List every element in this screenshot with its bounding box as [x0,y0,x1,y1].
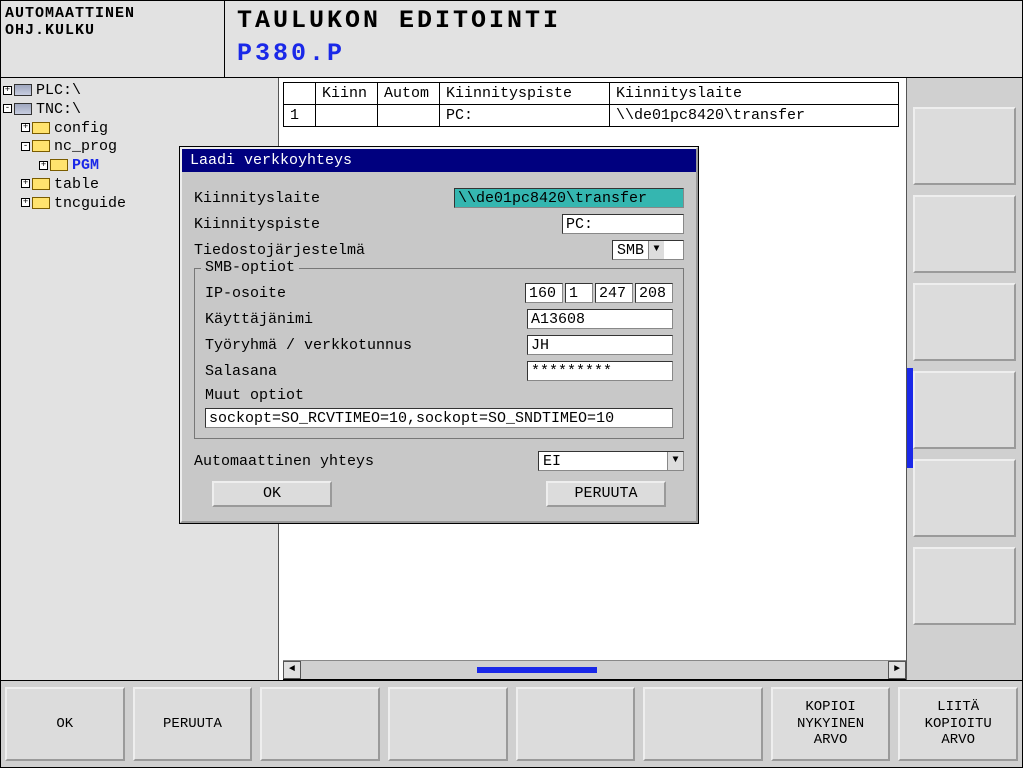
input-device[interactable]: \\de01pc8420\transfer [454,188,684,208]
tree-item-plc[interactable]: +PLC:\ [3,82,276,101]
col-kiinnityspiste[interactable]: Kiinnityspiste [440,83,610,105]
cell-autom[interactable] [378,105,440,127]
smb-options-group: SMB-optiot IP-osoite 160 1 247 208 Käytt… [194,268,684,439]
expand-icon[interactable]: + [21,179,30,188]
softkey-5[interactable] [516,687,636,761]
input-ip-1[interactable]: 160 [525,283,563,303]
right-softkey-1[interactable] [913,107,1016,185]
input-username[interactable]: A13608 [527,309,673,329]
tree-item-config[interactable]: +config [3,120,276,139]
col-kiinn[interactable]: Kiinn [316,83,378,105]
ip-input-group: 160 1 247 208 [525,283,673,303]
label-ip: IP-osoite [205,285,525,302]
cell-kl[interactable]: \\de01pc8420\transfer [610,105,899,127]
softkey-4[interactable] [388,687,508,761]
right-softkey-4[interactable] [913,371,1016,449]
dialog-title: Laadi verkkoyhteys [182,149,696,172]
select-filesystem-value: SMB [613,242,648,259]
input-ip-4[interactable]: 208 [635,283,673,303]
header-bar: AUTOMAATTINEN OHJ.KULKU TAULUKON EDITOIN… [0,0,1023,78]
folder-icon [32,197,50,209]
collapse-icon[interactable]: - [21,142,30,151]
right-softkey-5[interactable] [913,459,1016,537]
dialog-button-row: OK PERUUTA [194,477,684,507]
input-ip-3[interactable]: 247 [595,283,633,303]
horizontal-scrollbar[interactable]: ◄ ► [283,660,906,680]
mode-line-2: OHJ.KULKU [5,22,220,39]
dialog-ok-button[interactable]: OK [212,481,332,507]
tree-item-tnc[interactable]: -TNC:\ [3,101,276,120]
input-ip-2[interactable]: 1 [565,283,593,303]
table-row[interactable]: 1 PC: \\de01pc8420\transfer [284,105,899,127]
select-filesystem[interactable]: SMB ▼ [612,240,684,260]
select-auto-value: EI [539,453,667,470]
cell-rownum: 1 [284,105,316,127]
softkey-copy[interactable]: KOPIOI NYKYINEN ARVO [771,687,891,761]
right-softkey-6[interactable] [913,547,1016,625]
expand-icon[interactable]: + [39,161,48,170]
scroll-indicator [477,667,597,673]
disk-icon [14,84,32,96]
softkey-cancel[interactable]: PERUUTA [133,687,253,761]
expand-icon[interactable]: + [3,86,12,95]
folder-icon [32,178,50,190]
softkey-6[interactable] [643,687,763,761]
col-rownum [284,83,316,105]
right-softkey-column [906,78,1022,680]
label-mount: Kiinnityspiste [194,216,562,233]
dialog-cancel-button[interactable]: PERUUTA [546,481,666,507]
input-other-options[interactable]: sockopt=SO_RCVTIMEO=10,sockopt=SO_SNDTIM… [205,408,673,428]
select-auto-connect[interactable]: EI ▼ [538,451,684,471]
cell-kp[interactable]: PC: [440,105,610,127]
softkey-3[interactable] [260,687,380,761]
label-auto-connect: Automaattinen yhteys [194,453,538,470]
input-mount[interactable]: PC: [562,214,684,234]
data-table[interactable]: Kiinn Autom Kiinnityspiste Kiinnityslait… [283,82,899,127]
mode-box: AUTOMAATTINEN OHJ.KULKU [1,1,225,77]
page-subtitle: P380.P [237,38,1010,71]
cell-kiinn[interactable] [316,105,378,127]
scroll-track[interactable] [301,661,888,679]
network-dialog: Laadi verkkoyhteys Kiinnityslaite \\de01… [180,147,698,523]
dialog-body: Kiinnityslaite \\de01pc8420\transfer Kii… [182,172,696,521]
collapse-icon[interactable]: - [3,104,12,113]
col-autom[interactable]: Autom [378,83,440,105]
table-header-row: Kiinn Autom Kiinnityspiste Kiinnityslait… [284,83,899,105]
label-workgroup: Työryhmä / verkkotunnus [205,337,527,354]
scroll-right-icon[interactable]: ► [888,661,906,679]
label-password: Salasana [205,363,527,380]
softkey-ok[interactable]: OK [5,687,125,761]
label-device: Kiinnityslaite [194,190,454,207]
folder-open-icon [50,159,68,171]
folder-open-icon [32,140,50,152]
label-other-options: Muut optiot [205,387,673,404]
right-softkey-2[interactable] [913,195,1016,273]
vertical-scroll-indicator [907,368,913,468]
softkey-paste[interactable]: LIITÄ KOPIOITU ARVO [898,687,1018,761]
label-fs: Tiedostojärjestelmä [194,242,612,259]
expand-icon[interactable]: + [21,198,30,207]
title-box: TAULUKON EDITOINTI P380.P [225,1,1022,77]
scroll-left-icon[interactable]: ◄ [283,661,301,679]
table-wrap: Kiinn Autom Kiinnityspiste Kiinnityslait… [279,78,906,127]
smb-legend: SMB-optiot [201,259,299,276]
expand-icon[interactable]: + [21,123,30,132]
folder-icon [32,122,50,134]
chevron-down-icon[interactable]: ▼ [667,452,683,470]
page-title: TAULUKON EDITOINTI [237,5,1010,38]
mode-line-1: AUTOMAATTINEN [5,5,220,22]
input-workgroup[interactable]: JH [527,335,673,355]
right-softkey-3[interactable] [913,283,1016,361]
label-user: Käyttäjänimi [205,311,527,328]
col-kiinnityslaite[interactable]: Kiinnityslaite [610,83,899,105]
bottom-softkey-bar: OK PERUUTA KOPIOI NYKYINEN ARVO LIITÄ KO… [0,680,1023,768]
input-password[interactable]: ********* [527,361,673,381]
disk-icon [14,103,32,115]
chevron-down-icon[interactable]: ▼ [648,241,664,259]
